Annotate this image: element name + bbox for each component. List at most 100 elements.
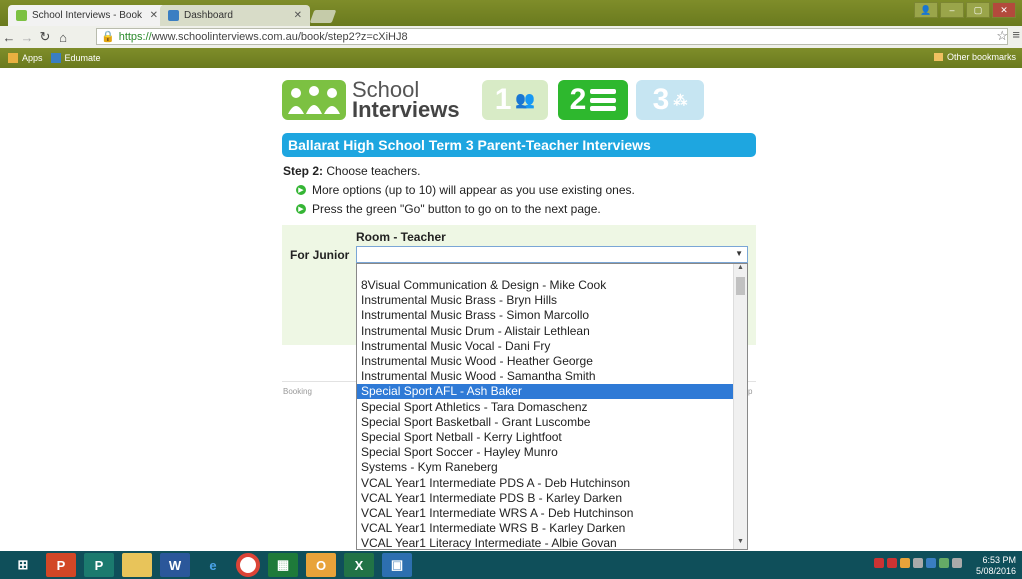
list-icon xyxy=(590,89,617,111)
people-icon xyxy=(282,80,346,120)
step-bold-label: Step 2: xyxy=(283,164,324,178)
tab-dashboard[interactable]: Dashboard ✕ xyxy=(160,5,310,26)
new-tab-button[interactable] xyxy=(309,10,337,23)
dropdown-option[interactable]: Instrumental Music Drum - Alistair Lethl… xyxy=(357,324,735,339)
dropdown-option[interactable]: Instrumental Music Wood - Heather George xyxy=(357,354,735,369)
footer-right-text: p xyxy=(748,387,753,396)
dropdown-scrollbar[interactable]: ▲ ▼ xyxy=(733,264,747,549)
bookmarks-bar: Apps Edumate Other bookmarks xyxy=(0,48,1022,68)
bookmark-star-icon[interactable]: ☆ xyxy=(996,28,1008,44)
dropdown-option[interactable]: Special Sport Soccer - Hayley Munro xyxy=(357,445,735,460)
step-3-indicator: 3 ⁂ xyxy=(636,80,704,120)
tray-icon[interactable] xyxy=(900,558,910,568)
close-icon[interactable]: ✕ xyxy=(150,10,158,21)
dropdown-option[interactable]: Instrumental Music Wood - Samantha Smith xyxy=(357,369,735,384)
hint-press-go: ▶ Press the green "Go" button to go on t… xyxy=(296,202,601,216)
logo-interviews-text: Interviews xyxy=(352,97,460,122)
edumate-favicon-icon xyxy=(168,10,179,21)
step-text: Choose teachers. xyxy=(323,164,421,178)
school-interviews-favicon-icon xyxy=(16,10,27,21)
file-explorer-icon[interactable] xyxy=(122,553,152,577)
scroll-down-arrow-icon[interactable]: ▼ xyxy=(734,538,747,549)
windows-start-icon[interactable]: ⊞ xyxy=(8,553,38,577)
dropdown-option[interactable]: VCAL Year1 Literacy Intermediate - Albie… xyxy=(357,536,735,549)
close-window-icon[interactable]: ✕ xyxy=(992,2,1016,18)
dropdown-option[interactable]: Special Sport Netball - Kerry Lightfoot xyxy=(357,430,735,445)
dropdown-option[interactable]: Special Sport Athletics - Tara Domaschen… xyxy=(357,400,735,415)
browser-tab-strip: School Interviews - Book ✕ Dashboard ✕ 👤… xyxy=(0,0,1022,26)
tray-icon[interactable] xyxy=(874,558,884,568)
chrome-menu-icon[interactable]: ≡ xyxy=(1012,27,1020,42)
url-scheme: https:// xyxy=(118,30,152,43)
word-icon[interactable]: W xyxy=(160,553,190,577)
tray-icon[interactable] xyxy=(939,558,949,568)
system-tray xyxy=(874,558,962,568)
tray-icon[interactable] xyxy=(887,558,897,568)
bookmark-label: Edumate xyxy=(64,53,101,63)
dropdown-option[interactable]: Special Sport AFL - Ash Baker xyxy=(357,384,735,400)
forward-arrow-icon[interactable]: → xyxy=(18,30,36,45)
dropdown-option[interactable]: Instrumental Music Vocal - Dani Fry xyxy=(357,339,735,354)
home-icon[interactable]: ⌂ xyxy=(54,30,72,45)
tab-label: Dashboard xyxy=(184,10,233,21)
lock-icon: 🔒 xyxy=(101,31,115,43)
powerpoint-icon[interactable]: P xyxy=(46,553,76,577)
other-bookmarks-label: Other bookmarks xyxy=(946,52,1016,62)
student-row-label: For Junior xyxy=(290,248,350,262)
dropdown-option[interactable]: 8Visual Communication & Design - Mike Co… xyxy=(357,278,735,293)
edumate-icon xyxy=(50,53,61,63)
dropdown-option[interactable]: VCAL Year1 Intermediate WRS B - Karley D… xyxy=(357,521,735,536)
bookmark-label: Apps xyxy=(22,53,43,63)
publisher-icon[interactable]: P xyxy=(84,553,114,577)
folder-icon xyxy=(933,53,943,61)
teacher-dropdown-list[interactable]: 8Visual Communication & Design - Mike Co… xyxy=(356,263,748,550)
step-number: 3 xyxy=(652,83,670,116)
windows-taskbar: ⊞ P P W e ▦ O X ▣ 6:53 PM 5/08/2016 xyxy=(0,551,1022,579)
dropdown-option[interactable]: Systems - Kym Raneberg xyxy=(357,460,735,475)
dropdown-arrow-icon[interactable]: ▼ xyxy=(735,249,743,258)
school-interviews-logo: School Interviews xyxy=(282,79,460,122)
hint-more-options: ▶ More options (up to 10) will appear as… xyxy=(296,183,635,197)
hint-text: More options (up to 10) will appear as y… xyxy=(312,183,635,197)
scroll-up-arrow-icon[interactable]: ▲ xyxy=(734,264,747,275)
chrome-icon[interactable] xyxy=(236,553,260,577)
column-header: Room - Teacher xyxy=(356,230,446,244)
calculator-icon[interactable]: ▦ xyxy=(268,553,298,577)
browser-toolbar: ← → ↻ ⌂ 🔒 https:// www.schoolinterviews.… xyxy=(0,26,1022,48)
step-number: 2 xyxy=(569,83,587,116)
dropdown-option[interactable]: Instrumental Music Brass - Simon Marcoll… xyxy=(357,308,735,323)
reload-icon[interactable]: ↻ xyxy=(36,29,54,45)
address-bar[interactable]: 🔒 https:// www.schoolinterviews.com.au/b… xyxy=(96,28,1008,45)
maximize-icon[interactable]: ▢ xyxy=(966,2,990,18)
outlook-icon[interactable]: O xyxy=(306,553,336,577)
dropdown-option[interactable]: VCAL Year1 Intermediate PDS B - Karley D… xyxy=(357,491,735,506)
back-arrow-icon[interactable]: ← xyxy=(0,30,18,45)
url-text: www.schoolinterviews.com.au/book/step2?z… xyxy=(151,30,408,43)
photos-icon[interactable]: ▣ xyxy=(382,553,412,577)
tab-school-interviews[interactable]: School Interviews - Book ✕ xyxy=(8,5,166,26)
dropdown-option[interactable]: VCAL Year1 Intermediate WRS A - Deb Hutc… xyxy=(357,506,735,521)
dropdown-option[interactable]: Instrumental Music Brass - Bryn Hills xyxy=(357,293,735,308)
window-controls: 👤 – ▢ ✕ xyxy=(914,2,1016,18)
minimize-icon[interactable]: – xyxy=(940,2,964,18)
volume-icon[interactable] xyxy=(952,558,962,568)
scrollbar-thumb[interactable] xyxy=(736,277,745,295)
clock[interactable]: 6:53 PM 5/08/2016 xyxy=(976,555,1016,577)
play-bullet-icon: ▶ xyxy=(296,185,306,195)
other-bookmarks[interactable]: Other bookmarks xyxy=(933,52,1016,62)
teacher-select[interactable]: ▼ xyxy=(356,246,748,263)
page-title: Ballarat High School Term 3 Parent-Teach… xyxy=(282,133,756,157)
close-icon[interactable]: ✕ xyxy=(294,10,302,21)
internet-explorer-icon[interactable]: e xyxy=(198,553,228,577)
tray-icon[interactable] xyxy=(926,558,936,568)
apps-grid-icon xyxy=(8,53,18,63)
excel-icon[interactable]: X xyxy=(344,553,374,577)
dropdown-option[interactable]: VCAL Year1 Intermediate PDS A - Deb Hutc… xyxy=(357,476,735,491)
dropdown-option[interactable]: Special Sport Basketball - Grant Luscomb… xyxy=(357,415,735,430)
bookmark-edumate[interactable]: Edumate xyxy=(50,53,101,63)
hint-text: Press the green "Go" button to go on to … xyxy=(312,202,601,216)
clock-date: 5/08/2016 xyxy=(975,566,1016,576)
bookmark-apps[interactable]: Apps xyxy=(8,53,43,63)
user-icon[interactable]: 👤 xyxy=(914,2,938,18)
tray-icon[interactable] xyxy=(913,558,923,568)
